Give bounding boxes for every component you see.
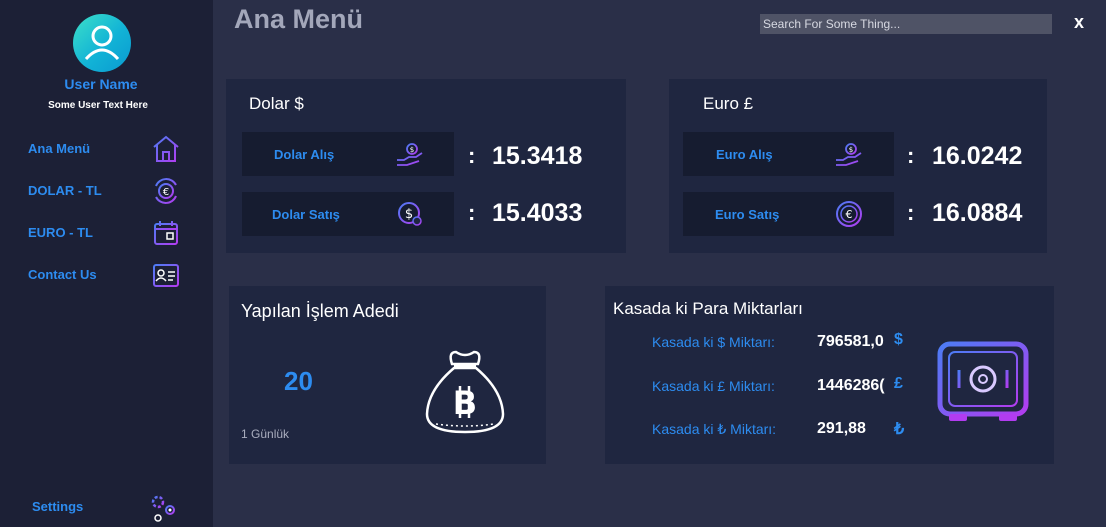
euro-buy-colon: :: [907, 143, 915, 168]
sidebar-item-dolar-tl[interactable]: DOLAR - TL €: [0, 174, 213, 208]
transaction-count: 20: [284, 366, 313, 396]
sidebar-item-label: Ana Menü: [28, 141, 91, 156]
dollar-sell-label: Dolar Satış: [272, 207, 340, 222]
home-icon: [151, 134, 181, 164]
sidebar-item-label: Contact Us: [28, 267, 97, 282]
euro-sell-label: Euro Satış: [715, 207, 780, 222]
user-name: User Name: [64, 76, 138, 92]
dollar-panel-title: Dolar $: [249, 94, 304, 113]
gears-icon: [148, 493, 178, 523]
vault-panel: Kasada ki Para Miktarları Kasada ki $ Mi…: [605, 286, 1054, 464]
sidebar-item-label: DOLAR - TL: [28, 183, 102, 198]
bitcoin-bag-icon: B: [422, 346, 508, 436]
euro-sell-button[interactable]: Euro Satış €: [683, 192, 894, 236]
transactions-panel: Yapılan İşlem Adedi 20 1 Günlük B: [229, 286, 546, 464]
sidebar-item-label: EURO - TL: [28, 225, 93, 240]
vault-title: Kasada ki Para Miktarları: [613, 299, 803, 318]
sidebar-item-euro-tl[interactable]: EURO - TL: [0, 216, 213, 250]
svg-text:€: €: [163, 187, 169, 198]
user-subtitle: Some User Text Here: [48, 100, 148, 111]
euro-sell-colon: :: [907, 200, 915, 225]
svg-text:$: $: [849, 146, 853, 154]
vault-row-value: 291,88: [817, 420, 866, 437]
euro-coin-icon: €: [834, 199, 864, 229]
svg-text:B: B: [453, 384, 477, 422]
dollar-buy-value: 15.3418: [492, 142, 583, 170]
sidebar-item-label: Settings: [32, 499, 84, 514]
sidebar: User Name Some User Text Here Ana Menü D…: [0, 0, 213, 527]
euro-panel: Euro £ Euro Alış $ : 16.0242 Euro Satış …: [669, 79, 1047, 253]
hand-coin-icon: $: [834, 139, 864, 169]
svg-text:€: €: [846, 208, 853, 221]
dollar-buy-label: Dolar Alış: [274, 147, 335, 162]
euro-panel-title: Euro £: [703, 94, 754, 113]
transactions-title: Yapılan İşlem Adedi: [241, 301, 399, 321]
svg-text:$: $: [405, 207, 413, 222]
hand-coin-icon: $: [395, 139, 425, 169]
vault-row-label: Kasada ki ₺ Miktarı:: [652, 421, 777, 437]
dollar-sell-button[interactable]: Dolar Satış $: [242, 192, 454, 236]
dollar-symbol-icon: $: [894, 331, 903, 348]
vault-row-label: Kasada ki £ Miktarı:: [652, 378, 775, 394]
vault-row-value: 796581,0: [817, 333, 884, 350]
dollar-sell-colon: :: [468, 200, 476, 225]
dollar-buy-button[interactable]: Dolar Alış $: [242, 132, 454, 176]
euro-buy-value: 16.0242: [932, 142, 1023, 170]
dollar-buy-colon: :: [468, 143, 476, 168]
search-input[interactable]: [760, 14, 1052, 34]
svg-text:$: $: [410, 146, 414, 154]
sidebar-item-contact-us[interactable]: Contact Us: [0, 258, 213, 292]
user-avatar-icon[interactable]: [73, 14, 131, 72]
pound-symbol-icon: £: [894, 375, 903, 392]
calendar-icon: [151, 218, 181, 248]
vault-row-label: Kasada ki $ Miktarı:: [652, 334, 775, 350]
euro-buy-label: Euro Alış: [716, 147, 773, 162]
euro-buy-button[interactable]: Euro Alış $: [683, 132, 894, 176]
page-title: Ana Menü: [234, 4, 364, 34]
vault-row-value: 1446286(: [817, 377, 885, 394]
dollar-sell-value: 15.4033: [492, 199, 583, 227]
euro-sell-value: 16.0884: [932, 199, 1023, 227]
transaction-period: 1 Günlük: [241, 427, 290, 441]
exchange-icon: €: [151, 176, 181, 206]
dollar-coin-icon: $: [395, 199, 425, 229]
contact-card-icon: [151, 260, 181, 290]
dollar-panel: Dolar $ Dolar Alış $ : 15.3418 Dolar Sat…: [226, 79, 626, 253]
close-button[interactable]: x: [1074, 12, 1084, 33]
sidebar-item-settings[interactable]: Settings: [0, 490, 213, 524]
safe-icon: [935, 336, 1031, 426]
sidebar-item-ana-menu[interactable]: Ana Menü: [0, 132, 213, 166]
lira-symbol-icon: ₺: [894, 421, 905, 438]
